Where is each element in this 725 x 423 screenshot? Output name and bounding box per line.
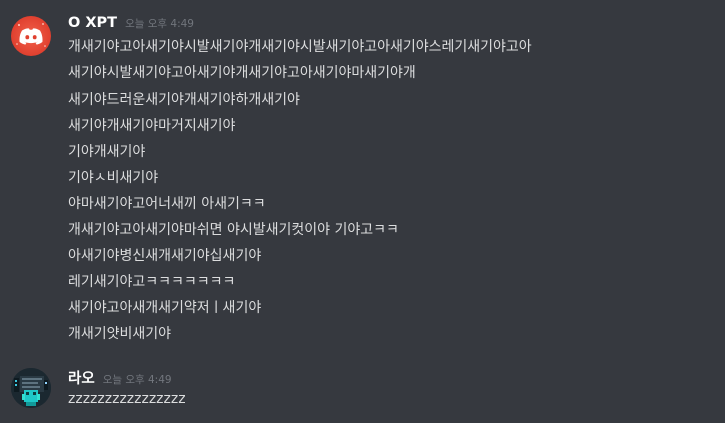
discord-logo-icon <box>16 23 46 47</box>
timestamp: 오늘 오후 4:49 <box>102 374 172 386</box>
username[interactable]: 라오 <box>68 367 95 388</box>
message-line: 아새기야병신새개새기야십새기야 <box>68 248 262 264</box>
message-line: 레기새기야고ㅋㅋㅋㅋㅋㅋㅋ <box>68 274 236 290</box>
pixel-art-avatar-icon <box>11 368 51 408</box>
message-line: 개새기야고아새기야시발새기야개새기야시발새기야고아새기야스레기새기야고아 <box>68 39 532 55</box>
message-line: 새기야시발새기야고아새기야개새기야고아새기야마새기야개 <box>68 65 416 81</box>
message-line: 기야ㅅ비새기야 <box>68 170 159 186</box>
message-line: 개새기야고아새기야마쉬면 야시발새기컷이야 기야고ㅋㅋ <box>68 222 399 238</box>
chat-messages: O XPT 오늘 오후 4:49 개새기야고아새기야시발새기야개새기야시발새기야… <box>0 0 725 423</box>
message-line: 야마새기야고어너새끼 아새기ㅋㅋ <box>68 196 266 212</box>
message-group: O XPT 오늘 오후 4:49 개새기야고아새기야시발새기야개새기야시발새기야… <box>0 0 725 350</box>
username[interactable]: O XPT <box>68 15 117 31</box>
user-avatar[interactable] <box>11 368 51 408</box>
message-line: 새기야개새기야마거지새기야 <box>68 118 236 134</box>
message-header: O XPT 오늘 오후 4:49 <box>68 15 194 35</box>
message-line: 새기야고아새개새기약저ㅣ새기야 <box>68 300 262 316</box>
message-line: 새기야드러운새기야개새기야하개새기야 <box>68 92 300 108</box>
message-line: 기야개새기야 <box>68 144 146 160</box>
message-line: 개새기얏비새기야 <box>68 326 172 342</box>
message-header: 라오 오늘 오후 4:49 <box>68 367 172 387</box>
message-group: 라오 오늘 오후 4:49 zzzzzzzzzzzzzzzz <box>0 350 725 423</box>
message-line: zzzzzzzzzzzzzzzz <box>68 391 186 407</box>
timestamp: 오늘 오후 4:49 <box>125 18 194 30</box>
user-avatar[interactable] <box>11 16 51 56</box>
